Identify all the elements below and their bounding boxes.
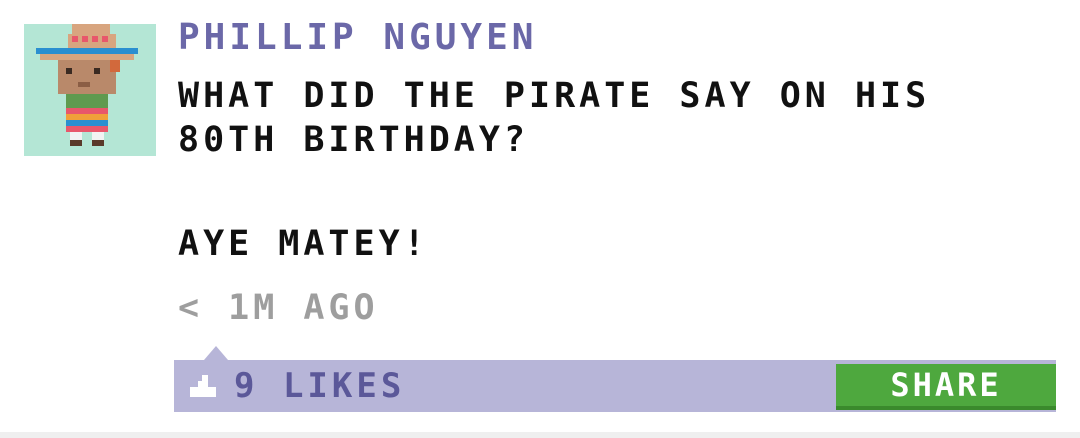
share-button[interactable]: SHARE bbox=[836, 364, 1056, 410]
timestamp: < 1M AGO bbox=[178, 288, 379, 328]
message-spacer bbox=[178, 162, 1038, 222]
post-message: WHAT DID THE PIRATE SAY ON HIS 80TH BIRT… bbox=[178, 74, 1038, 266]
punchline: AYE MATEY! bbox=[178, 224, 429, 264]
post-divider bbox=[0, 432, 1080, 438]
sombrero-character-icon bbox=[36, 24, 138, 146]
like-button[interactable]: 9 LIKES bbox=[184, 364, 405, 408]
thumbs-up-icon bbox=[190, 375, 216, 397]
message-line: WHAT DID THE PIRATE SAY ON HIS bbox=[178, 76, 931, 116]
message-line: 80TH BIRTHDAY? bbox=[178, 120, 530, 160]
post-card: PHILLIP NGUYEN WHAT DID THE PIRATE SAY O… bbox=[0, 0, 1080, 432]
likes-count: 9 LIKES bbox=[234, 366, 406, 406]
action-bar-pointer bbox=[204, 346, 228, 360]
avatar[interactable] bbox=[24, 24, 156, 156]
author-name[interactable]: PHILLIP NGUYEN bbox=[178, 18, 537, 58]
action-bar: 9 LIKES SHARE bbox=[174, 346, 1056, 412]
